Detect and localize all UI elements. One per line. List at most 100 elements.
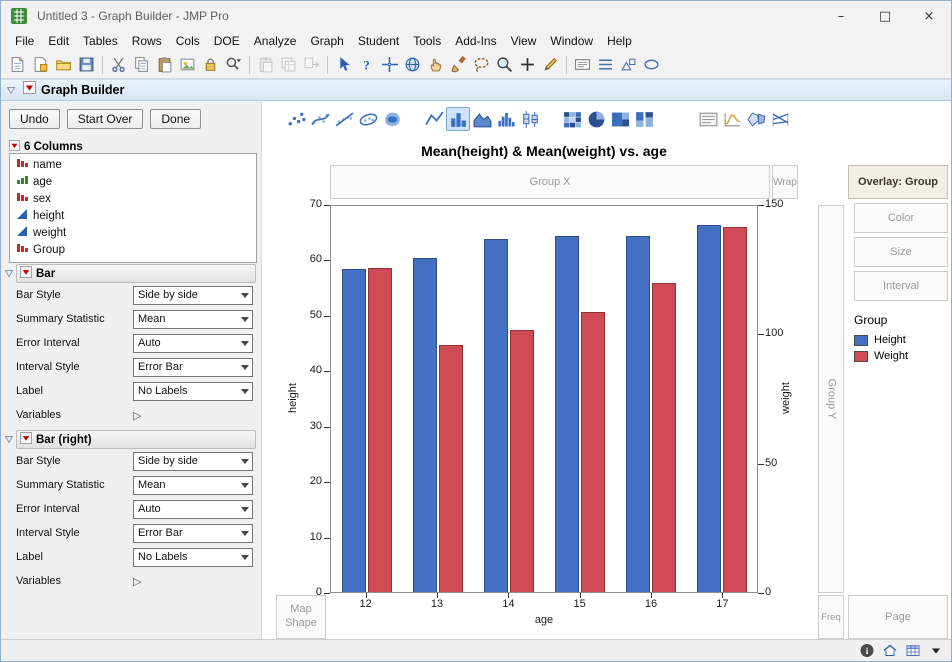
new-data-table-icon[interactable] bbox=[6, 53, 29, 76]
x-axis-label[interactable]: age bbox=[330, 614, 758, 626]
lasso-tool-icon[interactable] bbox=[470, 53, 493, 76]
palette-parallel-plot-icon[interactable] bbox=[768, 107, 792, 131]
caption-tool-icon[interactable] bbox=[571, 53, 594, 76]
pencil-tool-icon[interactable] bbox=[539, 53, 562, 76]
disclosure-right-icon[interactable]: ▷ bbox=[133, 409, 141, 422]
bar-weight-age-12[interactable] bbox=[368, 268, 392, 592]
menu-item-rows[interactable]: Rows bbox=[125, 32, 169, 50]
legend-entry-weight[interactable]: Weight bbox=[854, 348, 908, 364]
palette-histogram-icon[interactable] bbox=[494, 107, 518, 131]
menu-item-edit[interactable]: Edit bbox=[41, 32, 76, 50]
duplicate-table-icon[interactable] bbox=[277, 53, 300, 76]
grabber-tool-icon[interactable] bbox=[424, 53, 447, 76]
drop-zone-interval[interactable]: Interval bbox=[854, 271, 948, 301]
bar-label-select[interactable]: No Labels bbox=[133, 382, 253, 401]
menu-item-cols[interactable]: Cols bbox=[169, 32, 207, 50]
lines-tool-icon[interactable] bbox=[594, 53, 617, 76]
collapse-triangle-icon[interactable] bbox=[4, 268, 16, 279]
done-button[interactable]: Done bbox=[150, 109, 201, 129]
bar-weight-age-14[interactable] bbox=[510, 330, 534, 592]
bar-error-interval-select[interactable]: Auto bbox=[133, 334, 253, 353]
maximize-button[interactable]: □ bbox=[863, 1, 907, 31]
column-item-weight[interactable]: weight bbox=[10, 224, 256, 241]
section-bar-right-header[interactable]: Bar (right) bbox=[16, 430, 256, 449]
info-icon[interactable]: i bbox=[859, 643, 875, 659]
bar-weight-age-17[interactable] bbox=[723, 227, 747, 592]
bar-height-age-13[interactable] bbox=[413, 258, 437, 592]
minimize-button[interactable]: – bbox=[819, 1, 863, 31]
shapes-tool-icon[interactable] bbox=[617, 53, 640, 76]
palette-heatmap-icon[interactable] bbox=[560, 107, 584, 131]
bar-height-age-15[interactable] bbox=[555, 236, 579, 592]
combine-tables-icon[interactable] bbox=[300, 53, 323, 76]
menu-item-add-ins[interactable]: Add-Ins bbox=[448, 32, 503, 50]
bar-height-age-14[interactable] bbox=[484, 239, 508, 592]
start-over-button[interactable]: Start Over bbox=[67, 109, 144, 129]
new-journal-icon[interactable] bbox=[29, 53, 52, 76]
copy-picture-icon[interactable] bbox=[176, 53, 199, 76]
palette-bar-icon[interactable] bbox=[446, 107, 470, 131]
collapse-triangle-icon[interactable] bbox=[6, 85, 18, 96]
home-icon[interactable] bbox=[882, 643, 898, 659]
column-item-group[interactable]: Group bbox=[10, 241, 256, 258]
lock-icon[interactable] bbox=[199, 53, 222, 76]
bar-right-interval-style-select[interactable]: Error Bar bbox=[133, 524, 253, 543]
plus-tool-icon[interactable] bbox=[516, 53, 539, 76]
bar-weight-age-15[interactable] bbox=[581, 312, 605, 592]
palette-pie-icon[interactable] bbox=[584, 107, 608, 131]
help-tool-icon[interactable]: ? bbox=[355, 53, 378, 76]
menu-item-student[interactable]: Student bbox=[351, 32, 406, 50]
open-icon[interactable] bbox=[52, 53, 75, 76]
palette-ellipse-icon[interactable] bbox=[356, 107, 380, 131]
bar-height-age-16[interactable] bbox=[626, 236, 650, 592]
menu-item-tools[interactable]: Tools bbox=[406, 32, 448, 50]
crosshair-tool-icon[interactable] bbox=[378, 53, 401, 76]
red-triangle-menu-icon[interactable] bbox=[20, 265, 32, 283]
bar-bar-style-select[interactable]: Side by side bbox=[133, 286, 253, 305]
palette-points-icon[interactable] bbox=[284, 107, 308, 131]
oval-tool-icon[interactable] bbox=[640, 53, 663, 76]
bar-right-label-select[interactable]: No Labels bbox=[133, 548, 253, 567]
palette-formula-icon[interactable] bbox=[720, 107, 744, 131]
arrow-tool-icon[interactable] bbox=[332, 53, 355, 76]
drop-zone-group-x[interactable]: Group X bbox=[330, 165, 770, 199]
palette-mosaic-icon[interactable] bbox=[632, 107, 656, 131]
save-icon[interactable] bbox=[75, 53, 98, 76]
paste-icon[interactable] bbox=[153, 53, 176, 76]
palette-treemap-icon[interactable] bbox=[608, 107, 632, 131]
menu-item-analyze[interactable]: Analyze bbox=[247, 32, 304, 50]
palette-map-shapes-icon[interactable] bbox=[744, 107, 768, 131]
bar-right-bar-style-select[interactable]: Side by side bbox=[133, 452, 253, 471]
collapse-triangle-icon[interactable] bbox=[4, 434, 16, 445]
brush-tool-icon[interactable] bbox=[447, 53, 470, 76]
legend-entry-height[interactable]: Height bbox=[854, 332, 908, 348]
column-item-age[interactable]: age bbox=[10, 173, 256, 190]
magnifier-tool-icon[interactable] bbox=[493, 53, 516, 76]
drop-zone-overlay[interactable]: Overlay: Group bbox=[848, 165, 948, 199]
drop-zone-color[interactable]: Color bbox=[854, 203, 948, 233]
bar-height-age-17[interactable] bbox=[697, 225, 721, 592]
drop-zone-freq[interactable]: Freq bbox=[818, 595, 844, 639]
search-icon[interactable] bbox=[222, 53, 245, 76]
menu-item-view[interactable]: View bbox=[504, 32, 544, 50]
section-bar-header[interactable]: Bar bbox=[16, 264, 256, 283]
menu-item-help[interactable]: Help bbox=[600, 32, 639, 50]
caret-down-icon[interactable] bbox=[928, 643, 944, 659]
bar-height-age-12[interactable] bbox=[342, 269, 366, 592]
y-axis-label-left[interactable]: height bbox=[287, 383, 299, 413]
drop-zone-map-shape[interactable]: Map Shape bbox=[276, 595, 326, 639]
palette-contour-icon[interactable] bbox=[380, 107, 404, 131]
bar-interval-style-select[interactable]: Error Bar bbox=[133, 358, 253, 377]
column-item-name[interactable]: name bbox=[10, 156, 256, 173]
data-table-view-icon[interactable] bbox=[905, 643, 921, 659]
close-button[interactable]: × bbox=[907, 1, 951, 31]
palette-line-icon[interactable] bbox=[422, 107, 446, 131]
drop-zone-group-y[interactable]: Group Y bbox=[818, 205, 844, 593]
undo-button[interactable]: Undo bbox=[9, 109, 60, 129]
palette-smoother-icon[interactable] bbox=[308, 107, 332, 131]
bar-summary-statistic-select[interactable]: Mean bbox=[133, 310, 253, 329]
palette-area-icon[interactable] bbox=[470, 107, 494, 131]
menu-item-file[interactable]: File bbox=[8, 32, 41, 50]
y-axis-label-right[interactable]: weight bbox=[780, 382, 792, 414]
menu-item-graph[interactable]: Graph bbox=[303, 32, 350, 50]
